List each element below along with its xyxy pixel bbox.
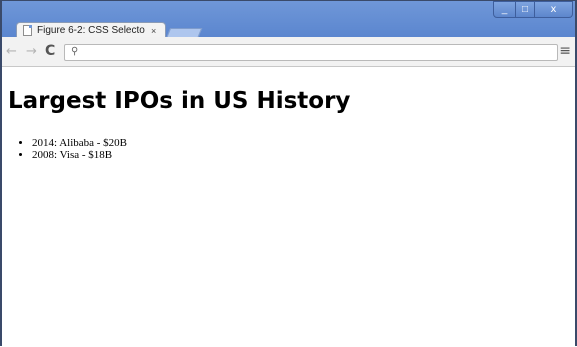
search-icon: ⚲	[71, 46, 79, 57]
browser-window: Figure 6-2: CSS Selecto × _ □ x ← → C ⚲ …	[0, 0, 577, 347]
title-bar: Figure 6-2: CSS Selecto × _ □ x	[2, 1, 575, 39]
tab-close-icon[interactable]: ×	[151, 26, 156, 36]
maximize-button[interactable]: □	[516, 1, 535, 18]
forward-arrow-icon[interactable]: →	[26, 44, 37, 59]
browser-toolbar: ← → C ⚲ ≡	[2, 37, 575, 67]
address-bar[interactable]: ⚲	[64, 44, 558, 61]
ipo-list: 2014: Alibaba - $20B 2008: Visa - $18B	[8, 137, 127, 161]
menu-icon[interactable]: ≡	[559, 43, 571, 59]
tab-title: Figure 6-2: CSS Selecto	[37, 25, 145, 36]
close-window-button[interactable]: x	[535, 1, 573, 18]
page-title: Largest IPOs in US History	[8, 88, 351, 114]
reload-icon[interactable]: C	[45, 43, 55, 59]
back-arrow-icon[interactable]: ←	[6, 44, 17, 59]
minimize-button[interactable]: _	[493, 1, 516, 18]
browser-tab[interactable]: Figure 6-2: CSS Selecto ×	[16, 22, 166, 38]
page-content: Largest IPOs in US History 2014: Alibaba…	[2, 68, 575, 347]
window-controls: _ □ x	[493, 1, 573, 18]
page-icon	[23, 25, 32, 36]
list-item: 2014: Alibaba - $20B	[32, 137, 127, 149]
list-item: 2008: Visa - $18B	[32, 149, 127, 161]
